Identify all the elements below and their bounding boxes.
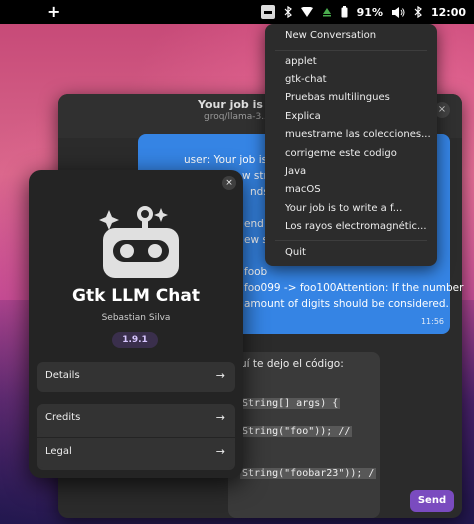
battery-icon[interactable] [341,6,348,18]
wifi-icon[interactable] [300,7,313,17]
arrow-right-icon: → [215,445,225,458]
about-credits-row[interactable]: Credits → [37,404,235,434]
assistant-message-bubble: uí te dejo el código: String[] args) { S… [228,352,380,518]
menu-item[interactable]: Your job is to write a f... [285,203,402,214]
arrow-right-icon: → [215,411,225,424]
volume-icon[interactable] [391,6,405,18]
bluetooth-icon[interactable] [284,6,292,18]
about-row-label: Details [45,370,80,381]
top-panel: + 91% 12:00 [0,0,474,24]
menu-item[interactable]: Explica [285,111,321,122]
chat-model-subtitle: groq/llama-3.3- [204,112,274,122]
menu-item[interactable]: corrigeme este codigo [285,148,397,159]
arrow-right-icon: → [215,369,225,382]
add-workspace-button[interactable]: + [47,2,60,21]
menu-item[interactable]: gtk-chat [285,74,327,85]
battery-percentage: 91% [356,5,383,19]
menu-item[interactable]: muestrame las colecciones... [285,129,431,140]
about-close-button[interactable]: × [222,176,236,190]
about-row-label: Legal [45,446,72,457]
robot-logo-icon [99,206,179,278]
menu-item-new-conversation[interactable]: New Conversation [285,30,376,41]
user-line: user: Your job is t [184,154,275,166]
menu-item[interactable]: macOS [285,184,321,195]
update-icon[interactable] [322,7,332,17]
system-tray: 91% 12:00 [260,0,466,24]
about-details-row[interactable]: Details → [37,362,235,392]
divider [275,50,427,51]
about-row-label: Credits [45,412,81,423]
user-line: foob [244,266,268,278]
menu-item[interactable]: Los rayos electromagnétic... [285,221,427,232]
about-version-badge: 1.9.1 [112,332,158,348]
code-line: String("foo")); // [240,426,353,437]
menu-item[interactable]: Pruebas multilingues [285,92,390,103]
assistant-intro-text: uí te dejo el código: [240,358,344,370]
code-line: String[] args) { [240,398,341,409]
about-dialog: × Gtk LLM Chat Sebastian Silva 1.9.1 Det… [29,170,243,478]
conversation-menu: New Conversation applet gtk-chat Pruebas… [265,24,437,266]
llm-chat-applet-icon[interactable] [260,5,275,19]
about-app-name: Gtk LLM Chat [72,286,200,306]
code-line: String("foobar23")); / [240,468,377,479]
user-line: foo099 -> foo100Attention: If the number [244,282,464,294]
about-legal-row[interactable]: Legal → [37,438,235,468]
clock[interactable]: 12:00 [431,6,466,19]
menu-item-quit[interactable]: Quit [285,247,306,258]
user-message-time: 11:56 [420,317,444,326]
about-author: Sebastian Silva [101,313,171,323]
user-line: amount of digits should be considered. [244,298,449,310]
send-button[interactable]: Send [410,490,454,512]
bluetooth-status-icon[interactable] [414,6,422,18]
menu-item[interactable]: applet [285,56,317,67]
about-secondary-group: Credits → Legal → [37,404,235,470]
divider [275,240,427,241]
menu-item[interactable]: Java [285,166,306,177]
